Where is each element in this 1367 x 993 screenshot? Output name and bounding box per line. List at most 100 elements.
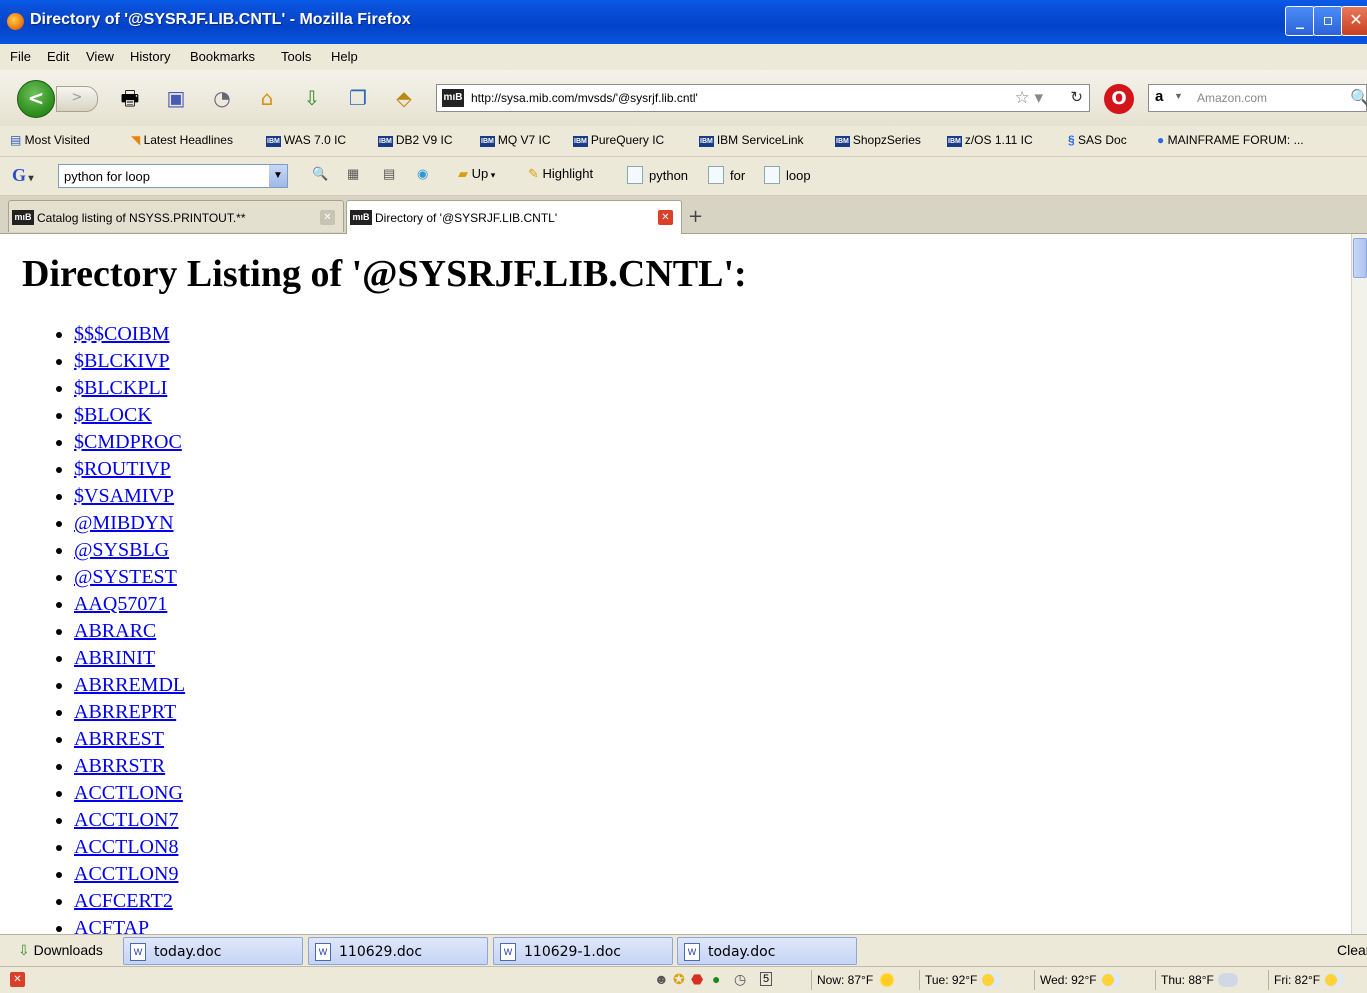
menu-tools[interactable]: Tools [281, 49, 311, 64]
news-icon[interactable]: ▦ [347, 166, 359, 182]
download-item[interactable]: Wtoday.doc [123, 937, 303, 965]
search-box[interactable]: a ▼ Amazon.com 🔍 [1148, 84, 1367, 112]
search-term-for[interactable]: for [708, 166, 745, 184]
member-link[interactable]: ABRREST [74, 728, 164, 750]
tab-directory[interactable]: mıB Directory of '@SYSRJF.LIB.CNTL' ✕ [346, 200, 682, 234]
weather-thu[interactable]: Thu: 88°F [1161, 973, 1238, 987]
bookmark-star-icon[interactable]: ▣ [164, 86, 188, 110]
weather-tue[interactable]: Tue: 92°F [925, 973, 1002, 987]
close-button[interactable]: ✕ [1341, 6, 1367, 36]
people-icon[interactable]: ☻ [654, 971, 669, 987]
bookmark-most-visited[interactable]: ▤ Most Visited [10, 133, 90, 147]
weather-fri[interactable]: Fri: 82°F [1274, 973, 1345, 987]
close-tab-icon[interactable]: ✕ [320, 210, 335, 225]
new-tab-icon[interactable]: + [688, 206, 703, 227]
back-button[interactable]: < [17, 80, 55, 118]
member-link[interactable]: ACCTLONG [74, 782, 183, 804]
member-link[interactable]: ABRREPRT [74, 701, 176, 723]
chevron-down-icon[interactable]: ▼ [269, 165, 287, 187]
menu-edit[interactable]: Edit [47, 49, 69, 64]
member-link[interactable]: $VSAMIVP [74, 485, 174, 507]
bookmark-mainframe-forum[interactable]: ● MAINFRAME FORUM: ... [1157, 133, 1304, 147]
member-link[interactable]: ACCTLON7 [74, 809, 178, 831]
member-link[interactable]: ABRINIT [74, 647, 155, 669]
member-link[interactable]: $BLOCK [74, 404, 152, 426]
member-link[interactable]: AAQ57071 [74, 593, 167, 615]
search-term-python[interactable]: python [627, 166, 688, 184]
opera-icon[interactable]: O [1104, 84, 1134, 114]
menu-help[interactable]: Help [331, 49, 358, 64]
highlight-button[interactable]: ✎ Highlight [528, 166, 593, 182]
member-link[interactable]: $BLCKIVP [74, 350, 170, 372]
download-item[interactable]: W 110629.doc [308, 937, 488, 965]
member-link[interactable]: ABRRSTR [74, 755, 165, 777]
bookmark-latest-headlines[interactable]: ◥ Latest Headlines [131, 133, 233, 147]
close-tab-icon[interactable]: ✕ [658, 210, 673, 225]
menu-history[interactable]: History [130, 49, 170, 64]
downloads-button[interactable]: ⇩ Downloads [18, 942, 103, 959]
downloads-icon[interactable]: ⇩ [300, 86, 324, 110]
forward-button[interactable]: > [56, 86, 98, 112]
bookmark-purequery[interactable]: IBM PureQuery IC [573, 133, 664, 147]
calendar-icon[interactable]: 5 [760, 972, 773, 986]
download-item[interactable]: W 110629-1.doc [493, 937, 673, 965]
menu-file[interactable]: File [10, 49, 31, 64]
home-icon[interactable]: ⌂ [255, 86, 279, 110]
member-link[interactable]: $ROUTIVP [74, 458, 171, 480]
member-link[interactable]: @SYSBLG [74, 539, 169, 561]
scrollbar-thumb[interactable] [1353, 238, 1367, 278]
title-bar[interactable]: Directory of '@SYSRJF.LIB.CNTL' - Mozill… [0, 0, 1367, 44]
member-link[interactable]: @MIBDYN [74, 512, 174, 534]
bookmark-zos[interactable]: IBM z/OS 1.11 IC [947, 133, 1033, 147]
member-link[interactable]: $CMDPROC [74, 431, 182, 453]
member-link[interactable]: ABRREMDL [74, 674, 185, 696]
bookmark-sas-doc[interactable]: § SAS Doc [1068, 133, 1127, 147]
bookmark-db2[interactable]: IBM DB2 V9 IC [378, 133, 453, 147]
url-text[interactable]: http://sysa.mib.com/mvsds/'@sysrjf.lib.c… [471, 91, 698, 105]
bookmark-ibm-servicelink[interactable]: IBM IBM ServiceLink [699, 133, 804, 147]
addon-icon[interactable]: ⬘ [392, 86, 416, 110]
download-item[interactable]: Wtoday.doc [677, 937, 857, 965]
google-search-input[interactable]: python for loop ▼ [58, 164, 288, 188]
member-link[interactable]: ABRARC [74, 620, 156, 642]
vertical-scrollbar[interactable] [1351, 234, 1367, 934]
pages-icon[interactable]: ▤ [383, 166, 395, 182]
url-bar[interactable]: mıB http://sysa.mib.com/mvsds/'@sysrjf.l… [436, 84, 1090, 112]
new-window-icon[interactable]: ❐ [346, 86, 370, 110]
menu-view[interactable]: View [86, 49, 114, 64]
member-link[interactable]: $$$COIBM [74, 323, 170, 345]
bookmark-was[interactable]: IBM WAS 7.0 IC [266, 133, 346, 147]
shield-icon[interactable]: ✪ [673, 971, 685, 988]
up-button[interactable]: ▰ Up ▾ [458, 166, 495, 182]
status-green-icon[interactable]: ● [712, 971, 720, 987]
minimize-button[interactable]: _ [1285, 6, 1315, 36]
bookmark-mq[interactable]: IBM MQ V7 IC [480, 133, 551, 147]
member-link[interactable]: @SYSTEST [74, 566, 177, 588]
clock-icon[interactable]: ◷ [734, 971, 746, 988]
weather-now[interactable]: Now: 87°F [817, 973, 898, 987]
member-link[interactable]: ACCTLON9 [74, 863, 178, 885]
chevron-down-icon[interactable]: ▼ [1174, 91, 1183, 101]
member-link[interactable]: $BLCKPLI [74, 377, 167, 399]
menu-bookmarks[interactable]: Bookmarks [190, 49, 255, 64]
restore-button[interactable]: ▫ [1313, 6, 1343, 36]
close-downloads-icon[interactable]: ✕ [10, 972, 25, 987]
globe-icon[interactable]: ◉ [417, 166, 428, 182]
bookmark-star-icon[interactable]: ☆ ▾ [1015, 88, 1044, 108]
weather-wed[interactable]: Wed: 92°F [1040, 973, 1121, 987]
member-link[interactable]: ACCTLON8 [74, 836, 178, 858]
google-logo[interactable]: G ▾ [12, 165, 34, 186]
member-link[interactable]: ACFCERT2 [74, 890, 173, 912]
amazon-icon[interactable]: a [1155, 88, 1163, 105]
clear-downloads-button[interactable]: Clear [1337, 942, 1367, 958]
tab-catalog-listing[interactable]: mıB Catalog listing of NSYSS.PRINTOUT.**… [8, 200, 344, 232]
search-icon[interactable]: 🔍 [312, 166, 328, 182]
search-icon[interactable]: 🔍 [1350, 88, 1367, 108]
search-term-loop[interactable]: loop [764, 166, 811, 184]
adblock-icon[interactable]: ⬣ [691, 971, 703, 988]
member-link[interactable]: ACFTAP [74, 917, 149, 934]
history-clock-icon[interactable]: ◔ [210, 86, 234, 110]
reload-icon[interactable]: ↻ [1070, 88, 1083, 106]
bookmark-shopzseries[interactable]: IBM ShopzSeries [835, 133, 921, 147]
print-icon[interactable]: 🖶 [118, 86, 142, 110]
